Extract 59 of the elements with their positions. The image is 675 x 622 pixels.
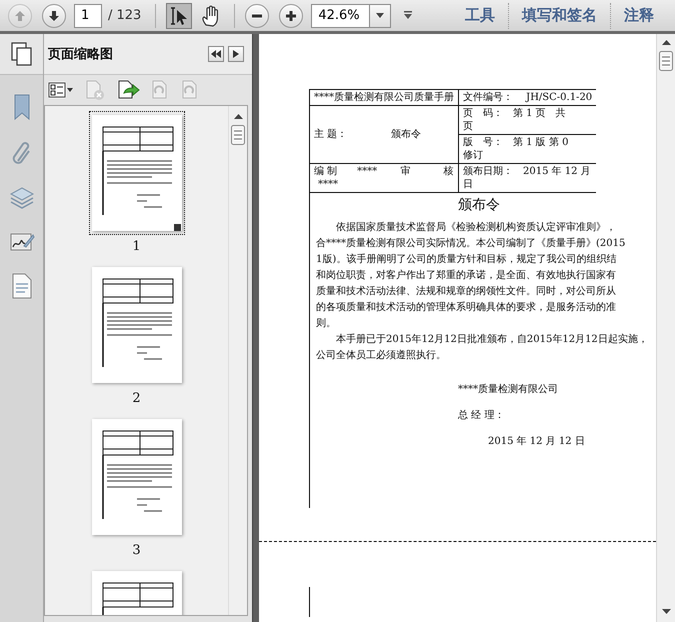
- paragraph-line: 依据国家质量技术监督局《检验检测机构资质认定评审准则》，: [335, 220, 616, 235]
- paragraph-line: 质量和技术活动法律、法规和规章的纲领性文件。同时，对公司所从: [316, 284, 616, 299]
- prepared-reviewed-line: 编 制 **** 审 核: [314, 165, 454, 178]
- page-info-line: 页: [463, 120, 474, 133]
- paragraph-line: 合****质量检测有限公司实际情况。本公司编制了《质量手册》(2015: [316, 236, 626, 251]
- document-icon[interactable]: [10, 273, 32, 299]
- pages-icon[interactable]: [10, 41, 34, 67]
- header-company: ****质量检测有限公司质量手册: [314, 92, 454, 103]
- paragraph-line: 公司全体员工必须遵照执行。: [316, 348, 446, 363]
- version-line: 版 号： 第 1 版 第 0: [463, 136, 570, 149]
- paragraph-line: 和岗位职责，对客户作出了郑重的承诺，是全面、有效地执行国家有: [316, 268, 616, 283]
- signature-manager: 总 经 理：: [457, 408, 506, 422]
- panel-tab[interactable]: 工具: [452, 2, 508, 30]
- paragraph-line: 则。: [316, 317, 336, 331]
- prepared-by: ****: [317, 178, 339, 191]
- signature-company: ****质量检测有限公司: [457, 382, 559, 396]
- panel-tab[interactable]: 填写和签名: [509, 2, 610, 30]
- scroll-up-arrow-icon[interactable]: [234, 114, 242, 119]
- more-options-icon[interactable]: [403, 11, 414, 20]
- next-page-button[interactable]: [42, 4, 66, 28]
- caret-icon: [376, 13, 384, 18]
- zoom-in-button[interactable]: [279, 4, 304, 28]
- up-arrow-icon: [14, 10, 26, 22]
- paragraph-line: 本手册已于2015年12月12日批准颁布，自2015年12月12日起实施，: [335, 332, 648, 347]
- subject-label: 主 题：: [314, 128, 348, 141]
- right-arrow-icon: [233, 50, 239, 58]
- subject-value: 颁布令: [391, 128, 422, 141]
- issue-date-line: 日: [463, 178, 474, 191]
- document-title: 颁布令: [456, 196, 501, 215]
- version-line: 修订: [463, 149, 484, 162]
- scroll-down-arrow-icon[interactable]: [662, 609, 670, 614]
- signature-date: 2015 年 12 月 12 日: [487, 435, 586, 448]
- panel-title: 页面缩略图: [48, 46, 113, 63]
- collapse-panel-button[interactable]: [208, 46, 224, 62]
- page-number-label: 3: [132, 543, 141, 559]
- expand-panel-button[interactable]: [228, 46, 244, 62]
- select-tool-button[interactable]: [166, 2, 192, 28]
- plus-icon: [285, 10, 298, 22]
- file-number: 文件编号： JH/SC-0.1-20: [463, 92, 592, 103]
- scrollbar-thumb-icon[interactable]: [231, 125, 245, 145]
- double-left-arrow-icon: [211, 50, 221, 58]
- insert-page-icon[interactable]: [116, 79, 140, 101]
- page-number-field[interactable]: 1: [74, 4, 102, 28]
- page-count: / 123: [108, 8, 142, 23]
- down-arrow-icon: [48, 10, 60, 22]
- issue-date-line: 颁布日期： 2015 年 12 月: [463, 165, 592, 178]
- paragraph-line: 的各项质量和技术活动的管理体系明确具体的要求，是服务活动的准: [316, 300, 616, 315]
- page-number-label: 2: [132, 391, 141, 407]
- list-options-icon[interactable]: [48, 82, 74, 98]
- zoom-dropdown-button[interactable]: [369, 4, 392, 28]
- zoom-field[interactable]: 42.6%: [311, 4, 370, 28]
- page-thumbnail[interactable]: [88, 111, 184, 235]
- panel-tab[interactable]: 注释: [611, 2, 667, 30]
- page-info-line: 页 码： 第 1 页 共: [463, 107, 567, 120]
- scroll-up-arrow-icon[interactable]: [662, 40, 670, 45]
- page-number-label: 1: [132, 239, 141, 255]
- scrollbar-thumb-icon[interactable]: [659, 51, 673, 71]
- zoom-out-button[interactable]: [245, 4, 270, 28]
- paragraph-line: 1版)。该手册阐明了公司的质量方针和目标，规定了我公司的组织结: [316, 252, 616, 267]
